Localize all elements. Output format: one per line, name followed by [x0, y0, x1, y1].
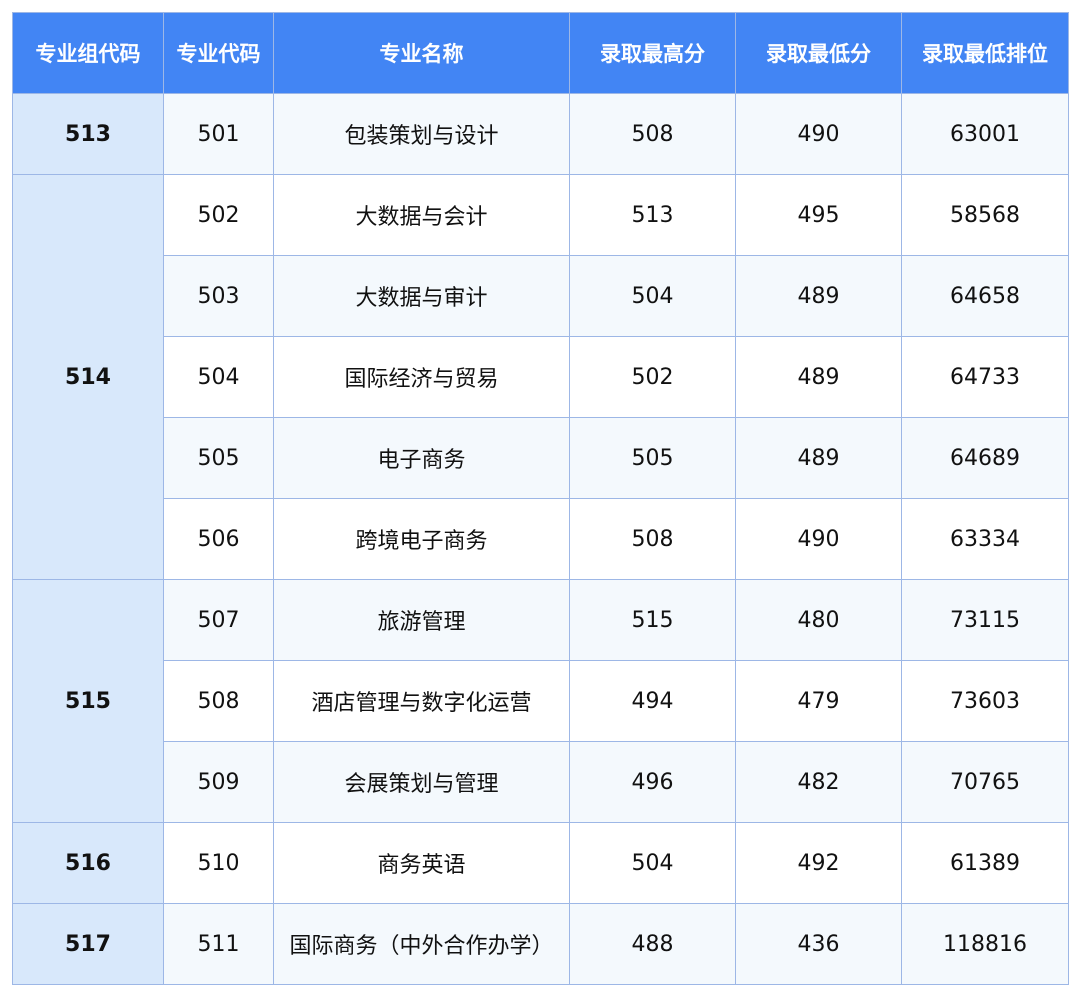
major-code-cell: 509: [163, 741, 274, 823]
min-rank-cell: 64658: [901, 255, 1069, 337]
table-row: 506 跨境电子商务 508 490 63334: [13, 498, 1069, 580]
major-code-cell: 503: [163, 255, 274, 337]
min-rank-cell: 70765: [901, 741, 1069, 823]
group-code-cell: 516: [12, 822, 164, 904]
min-rank-cell: 63334: [901, 498, 1069, 580]
table-row: 505 电子商务 505 489 64689: [13, 417, 1069, 499]
major-name-cell: 国际经济与贸易: [273, 336, 570, 418]
max-score-cell: 496: [569, 741, 736, 823]
major-code-cell: 501: [163, 93, 274, 175]
major-code-cell: 507: [163, 579, 274, 661]
max-score-cell: 502: [569, 336, 736, 418]
major-code-cell: 508: [163, 660, 274, 742]
min-score-cell: 489: [735, 255, 902, 337]
major-name-cell: 商务英语: [273, 822, 570, 904]
header-min-score: 录取最低分: [735, 12, 902, 94]
header-major-name: 专业名称: [273, 12, 570, 94]
max-score-cell: 504: [569, 255, 736, 337]
max-score-cell: 505: [569, 417, 736, 499]
header-major-code: 专业代码: [163, 12, 274, 94]
min-score-cell: 490: [735, 93, 902, 175]
table-row: 503 大数据与审计 504 489 64658: [13, 255, 1069, 337]
header-row: 专业组代码 专业代码 专业名称 录取最高分 录取最低分 录取最低排位: [12, 12, 1069, 94]
major-code-cell: 506: [163, 498, 274, 580]
min-score-cell: 489: [735, 417, 902, 499]
min-score-cell: 482: [735, 741, 902, 823]
min-rank-cell: 58568: [901, 174, 1069, 256]
admission-table: 专业组代码 专业代码 专业名称 录取最高分 录取最低分 录取最低排位 513 50…: [12, 12, 1069, 985]
group-code-cell: 513: [12, 93, 164, 175]
table-row: 515 507 旅游管理 515 480 73115: [12, 579, 1069, 823]
min-rank-cell: 61389: [901, 822, 1069, 904]
header-max-score: 录取最高分: [569, 12, 736, 94]
major-name-cell: 大数据与会计: [273, 174, 570, 256]
major-name-cell: 会展策划与管理: [273, 741, 570, 823]
table-body: 513 501 包装策划与设计 508 490 63001 514 502 大数据与会计 513 4…: [12, 93, 1069, 985]
max-score-cell: 504: [569, 822, 736, 904]
min-rank-cell: 64689: [901, 417, 1069, 499]
table-row: 508 酒店管理与数字化运营 494 479 73603: [13, 660, 1069, 742]
min-score-cell: 489: [735, 336, 902, 418]
major-name-cell: 旅游管理: [273, 579, 570, 661]
header-group-code: 专业组代码: [12, 12, 164, 94]
min-rank-cell: 73603: [901, 660, 1069, 742]
min-rank-cell: 73115: [901, 579, 1069, 661]
major-name-cell: 酒店管理与数字化运营: [273, 660, 570, 742]
group-code-cell: 517: [12, 903, 164, 985]
min-score-cell: 495: [735, 174, 902, 256]
table-row: 514 502 大数据与会计 513 495 58568: [12, 174, 1069, 580]
group-code-cell: 514: [12, 174, 164, 580]
major-code-cell: 504: [163, 336, 274, 418]
min-score-cell: 479: [735, 660, 902, 742]
max-score-cell: 488: [569, 903, 736, 985]
major-name-cell: 跨境电子商务: [273, 498, 570, 580]
major-name-cell: 电子商务: [273, 417, 570, 499]
min-score-cell: 490: [735, 498, 902, 580]
max-score-cell: 515: [569, 579, 736, 661]
major-name-cell: 包装策划与设计: [273, 93, 570, 175]
group-code-cell: 515: [12, 579, 164, 823]
major-name-cell: 大数据与审计: [273, 255, 570, 337]
min-rank-cell: 64733: [901, 336, 1069, 418]
table-row: 513 501 包装策划与设计 508 490 63001: [12, 93, 1069, 175]
max-score-cell: 508: [569, 93, 736, 175]
major-code-cell: 511: [163, 903, 274, 985]
max-score-cell: 508: [569, 498, 736, 580]
header-min-rank: 录取最低排位: [901, 12, 1069, 94]
max-score-cell: 494: [569, 660, 736, 742]
min-rank-cell: 118816: [901, 903, 1069, 985]
table-row: 517 511 国际商务（中外合作办学） 488 436 118816: [12, 903, 1069, 985]
min-score-cell: 492: [735, 822, 902, 904]
min-score-cell: 436: [735, 903, 902, 985]
major-code-cell: 510: [163, 822, 274, 904]
table-row: 509 会展策划与管理 496 482 70765: [13, 741, 1069, 823]
major-code-cell: 502: [163, 174, 274, 256]
major-code-cell: 505: [163, 417, 274, 499]
major-name-cell: 国际商务（中外合作办学）: [273, 903, 570, 985]
table-row: 504 国际经济与贸易 502 489 64733: [13, 336, 1069, 418]
min-score-cell: 480: [735, 579, 902, 661]
table-row: 516 510 商务英语 504 492 61389: [12, 822, 1069, 904]
max-score-cell: 513: [569, 174, 736, 256]
min-rank-cell: 63001: [901, 93, 1069, 175]
